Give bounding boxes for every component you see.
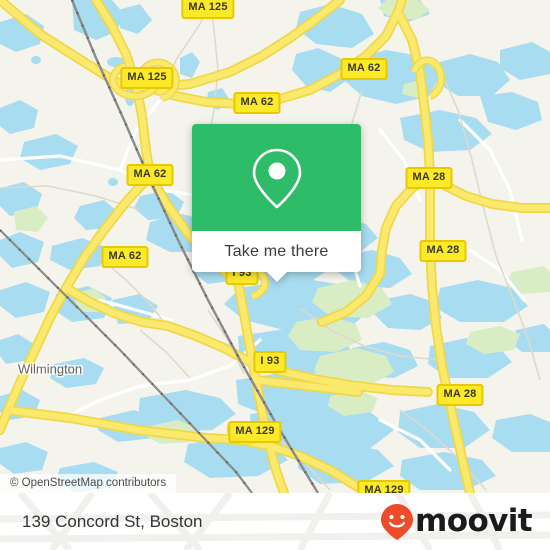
moovit-smiley-pin-icon	[381, 503, 414, 540]
popup-body: Take me there	[192, 124, 361, 272]
take-me-there-button[interactable]: Take me there	[192, 231, 361, 272]
road-shield[interactable]: MA 125	[181, 0, 235, 19]
road-shield[interactable]: MA 62	[233, 92, 281, 114]
road-shield[interactable]: MA 62	[126, 164, 174, 186]
map-pin-icon	[252, 148, 301, 208]
road-shield[interactable]: MA 62	[340, 58, 388, 80]
footer-bar: 139 Concord St, Boston moovit	[0, 493, 550, 550]
place-label-wilmington: Wilmington	[17, 361, 83, 377]
road-shield[interactable]: I 93	[253, 351, 287, 373]
moovit-wordmark: moovit	[415, 503, 533, 539]
address-label: 139 Concord St, Boston	[22, 511, 203, 531]
map-canvas[interactable]: Wilmington MA 125 MA 125 MA 62 MA 62 MA …	[0, 0, 550, 493]
road-shield[interactable]: MA 28	[405, 167, 453, 189]
moovit-map-screenshot: Wilmington MA 125 MA 125 MA 62 MA 62 MA …	[0, 0, 550, 550]
road-shield[interactable]: MA 28	[419, 240, 467, 262]
road-shield[interactable]: MA 129	[228, 421, 282, 443]
popup-image-area	[192, 124, 361, 231]
popup-pointer-tail	[265, 271, 288, 282]
destination-popup-card[interactable]: Take me there	[192, 124, 361, 282]
moovit-logo[interactable]: moovit	[380, 503, 533, 541]
road-shield[interactable]: MA 28	[436, 384, 484, 406]
road-shield[interactable]: MA 129	[357, 480, 411, 493]
osm-attribution[interactable]: © OpenStreetMap contributors	[0, 474, 177, 493]
road-shield[interactable]: MA 62	[101, 246, 149, 268]
road-shield[interactable]: MA 125	[120, 67, 174, 89]
